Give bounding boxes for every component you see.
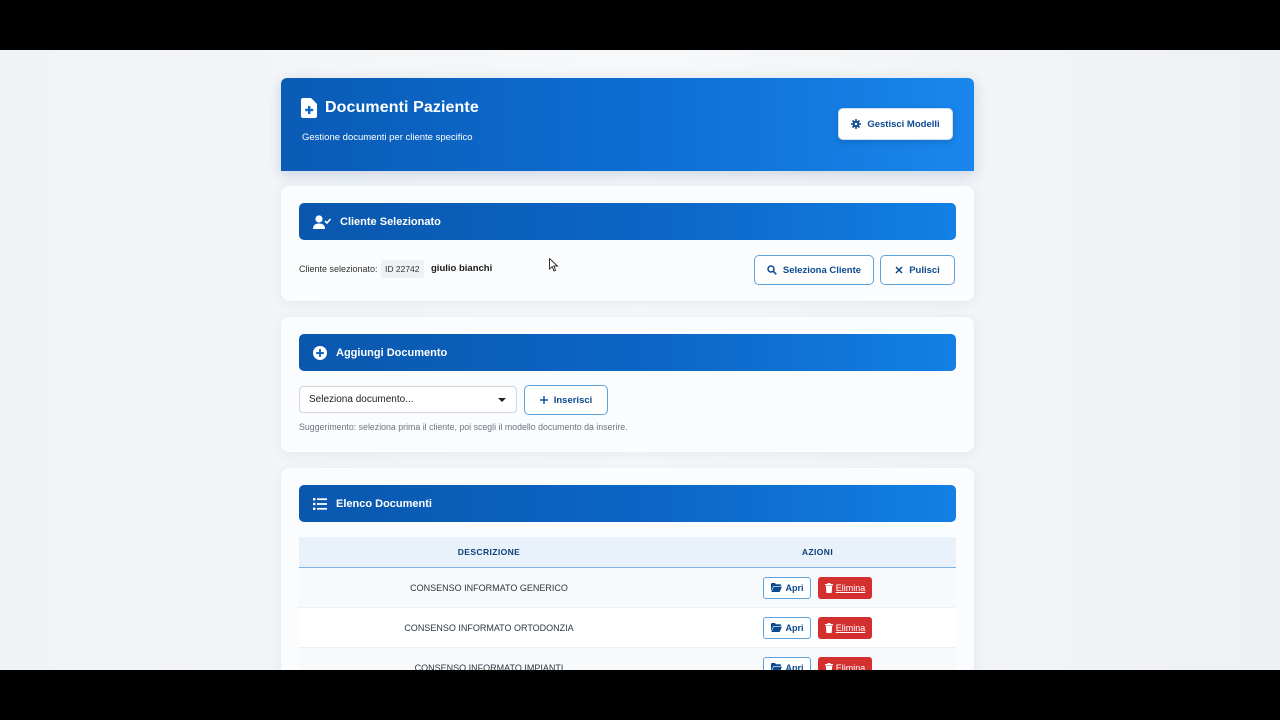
insert-label: Inserisci [553,394,593,406]
insert-button[interactable]: Inserisci [524,385,608,415]
table-row: CONSENSO INFORMATO IMPIANTI Apri Elimina [299,648,956,670]
row-actions: Apri Elimina [679,656,956,671]
document-description: CONSENSO INFORMATO ORTODONZIA [404,622,574,633]
file-medical-icon [301,98,317,118]
client-name: giulio bianchi [431,263,493,274]
open-button[interactable]: Apri [763,576,811,599]
plus-icon [539,396,548,404]
selected-client-label: Cliente selezionato: [299,264,378,274]
chevron-down-icon [498,398,506,402]
open-label: Apri [785,662,804,671]
trash-icon [824,622,833,633]
page-header: Documenti Paziente Gestione documenti pe… [281,78,974,171]
open-button[interactable]: Apri [763,656,811,671]
client-section-header: Cliente Selezionato [299,203,956,240]
folder-open-icon [770,583,782,592]
document-select-value: Seleziona documento... [309,394,414,405]
folder-open-icon [770,623,782,632]
add-section-title: Aggiungi Documento [336,346,448,359]
hint-text: Suggerimento: seleziona prima il cliente… [299,422,628,432]
document-description: CONSENSO INFORMATO GENERICO [410,582,568,593]
document-select[interactable]: Seleziona documento... [299,386,517,413]
select-client-label: Seleziona Cliente [782,264,862,276]
open-label: Apri [785,622,804,633]
table-row: CONSENSO INFORMATO ORTODONZIA Apri Elimina [299,608,956,648]
column-header-description: DESCRIZIONE [457,547,521,557]
add-document-card: Aggiungi Documento Seleziona documento..… [281,317,974,452]
row-actions: Apri Elimina [679,616,956,639]
manage-templates-button[interactable]: Gestisci Modelli [838,108,953,140]
column-header-actions: AZIONI [801,547,834,557]
page-title: Documenti Paziente [325,99,479,116]
trash-icon [824,662,833,670]
app-viewport: Documenti Paziente Gestione documenti pe… [0,50,1280,670]
documents-table: DESCRIZIONE AZIONI CONSENSO INFORMATO GE… [299,537,956,670]
table-row: CONSENSO INFORMATO GENERICO Apri Elimina [299,568,956,608]
document-description: CONSENSO INFORMATO IMPIANTI [414,662,564,671]
trash-icon [824,582,833,593]
mouse-cursor-icon [549,258,559,272]
delete-label: Elimina [835,582,866,593]
plus-circle-icon [313,345,327,360]
client-card: Cliente Selezionato Cliente selezionato:… [281,186,974,301]
table-header: DESCRIZIONE AZIONI [299,537,956,568]
client-id-badge: ID 22742 [381,260,424,278]
close-icon [895,266,903,274]
delete-button[interactable]: Elimina [818,656,872,671]
main-container: Documenti Paziente Gestione documenti pe… [281,78,974,670]
delete-label: Elimina [835,622,866,633]
open-label: Apri [785,582,804,593]
gear-icon [851,119,862,129]
row-actions: Apri Elimina [679,576,956,599]
client-section-title: Cliente Selezionato [340,215,441,228]
page-subtitle: Gestione documenti per cliente specifico [302,132,473,143]
open-button[interactable]: Apri [763,616,811,639]
table-body: CONSENSO INFORMATO GENERICO Apri Elimina CO… [299,568,956,670]
folder-open-icon [770,663,782,670]
header-title-row: Documenti Paziente [301,98,479,118]
select-client-button[interactable]: Seleziona Cliente [754,255,874,285]
delete-button[interactable]: Elimina [818,576,872,599]
search-icon [767,265,777,275]
delete-button[interactable]: Elimina [818,616,872,639]
list-section-title: Elenco Documenti [336,497,432,510]
clear-label: Pulisci [909,264,940,276]
add-section-header: Aggiungi Documento [299,334,956,371]
manage-templates-label: Gestisci Modelli [867,118,940,130]
user-check-icon [313,214,331,229]
delete-label: Elimina [835,662,866,671]
clear-button[interactable]: Pulisci [880,255,955,285]
list-section-header: Elenco Documenti [299,485,956,522]
documents-list-card: Elenco Documenti DESCRIZIONE AZIONI CONS… [281,468,974,670]
list-icon [313,497,327,510]
